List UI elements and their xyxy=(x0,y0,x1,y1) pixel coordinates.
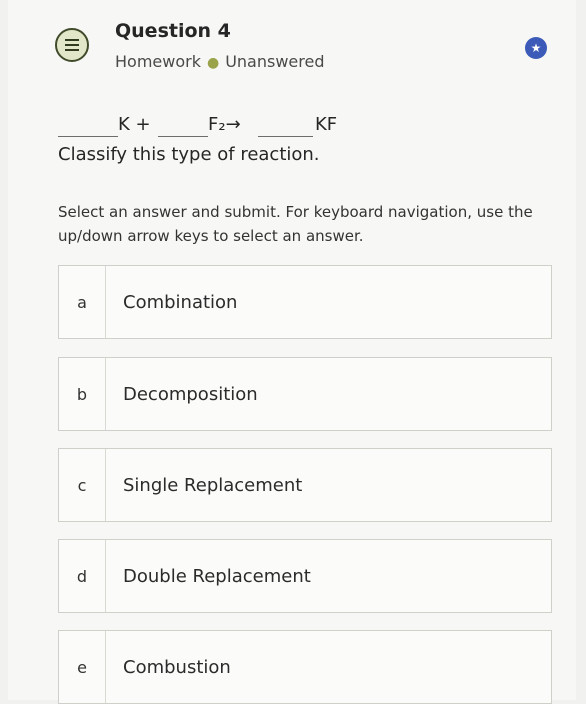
reaction-equation: K + F₂→ KF xyxy=(58,114,378,140)
question-title: Question 4 xyxy=(115,20,231,42)
answer-option-b[interactable]: b Decomposition xyxy=(58,357,552,431)
question-category: Homework xyxy=(115,52,201,71)
question-prompt: Classify this type of reaction. xyxy=(58,144,320,165)
equation-reactant-2: F₂→ xyxy=(208,114,241,135)
answer-option-c[interactable]: c Single Replacement xyxy=(58,448,552,522)
question-meta: Homework ● Unanswered xyxy=(115,52,324,71)
coefficient-blank-2 xyxy=(158,136,208,137)
answer-option-e[interactable]: e Combustion xyxy=(58,630,552,704)
equation-reactant-1: K + xyxy=(118,114,151,135)
answer-instructions: Select an answer and submit. For keyboar… xyxy=(58,203,533,245)
option-letter: c xyxy=(59,449,106,521)
list-icon xyxy=(55,28,89,62)
option-letter: d xyxy=(59,540,106,612)
status-dot-icon: ● xyxy=(206,55,220,71)
option-text: Combustion xyxy=(123,656,231,678)
option-text: Double Replacement xyxy=(123,565,311,587)
star-icon: ★ xyxy=(530,41,542,55)
option-text: Combination xyxy=(123,291,238,313)
option-letter: b xyxy=(59,358,106,430)
question-status: Unanswered xyxy=(225,52,325,71)
coefficient-blank-1 xyxy=(58,136,118,137)
answer-option-d[interactable]: d Double Replacement xyxy=(58,539,552,613)
option-text: Single Replacement xyxy=(123,474,303,496)
answer-option-a[interactable]: a Combination xyxy=(58,265,552,339)
option-text: Decomposition xyxy=(123,383,258,405)
equation-product: KF xyxy=(315,114,338,135)
option-letter: e xyxy=(59,631,106,703)
option-letter: a xyxy=(59,266,106,338)
bookmark-button[interactable]: ★ xyxy=(525,37,547,59)
coefficient-blank-3 xyxy=(258,136,313,137)
